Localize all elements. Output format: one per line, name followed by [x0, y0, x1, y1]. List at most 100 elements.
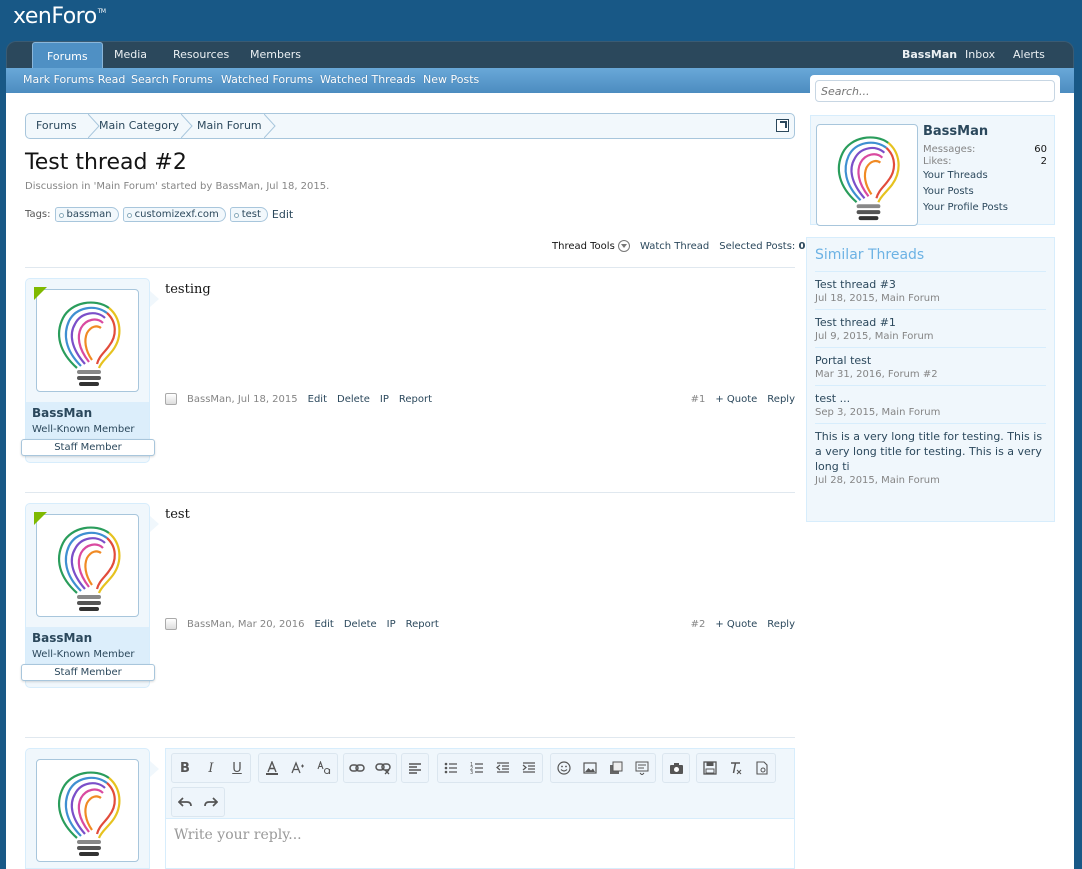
tab-media[interactable]: Media [100, 42, 161, 70]
post-username[interactable]: BassMan [32, 631, 92, 645]
similar-thread-link[interactable]: Test thread #1 [815, 315, 1046, 330]
select-post-checkbox[interactable] [165, 618, 177, 630]
numbered-list-icon[interactable]: 123 [464, 754, 490, 782]
bullet-list-icon[interactable] [438, 754, 464, 782]
code-icon[interactable] [629, 754, 655, 782]
bold-button[interactable]: B [172, 754, 198, 782]
selected-posts-link[interactable]: Selected Posts: 0 [719, 241, 805, 252]
reply-button[interactable]: Reply [767, 394, 795, 405]
text-color-icon[interactable] [259, 754, 285, 782]
thread-description: Discussion in 'Main Forum' started by Ba… [25, 181, 330, 192]
watch-thread-link[interactable]: Watch Thread [640, 241, 709, 252]
post-author-date[interactable]: BassMan, Jul 18, 2015 [187, 394, 298, 405]
tag-bassman[interactable]: bassman [54, 207, 119, 222]
subnav-mark-forums-read[interactable]: Mark Forums Read [23, 73, 125, 86]
ip-link[interactable]: IP [380, 394, 389, 405]
indent-icon[interactable] [516, 754, 542, 782]
undo-icon[interactable] [172, 788, 198, 816]
your-profile-posts-link[interactable]: Your Profile Posts [923, 202, 1008, 213]
visitor-avatar[interactable] [816, 124, 918, 226]
post-author-date[interactable]: BassMan, Mar 20, 2016 [187, 619, 304, 630]
similar-thread-link[interactable]: This is a very long title for testing. T… [815, 429, 1046, 474]
username-box: BassMan Well-Known Member [26, 402, 149, 440]
xenforo-logo[interactable]: xenForoTM [13, 4, 106, 29]
jump-menu-icon[interactable] [776, 119, 789, 132]
alerts-tab[interactable]: Alerts [999, 42, 1059, 70]
font-size-icon[interactable] [285, 754, 311, 782]
breadcrumb-main-category[interactable]: Main Category [89, 114, 179, 138]
remove-format-icon[interactable] [723, 754, 749, 782]
avatar[interactable] [36, 514, 139, 617]
unlink-icon[interactable] [370, 754, 396, 782]
breadcrumb-main-forum[interactable]: Main Forum [187, 114, 262, 138]
link-icon[interactable] [344, 754, 370, 782]
similar-thread-link[interactable]: test ... [815, 391, 1046, 406]
post-actions-right: #2 + Quote Reply [691, 619, 795, 630]
save-draft-icon[interactable] [697, 754, 723, 782]
subnav-search-forums[interactable]: Search Forums [131, 73, 213, 86]
toggle-bbcode-icon[interactable] [749, 754, 775, 782]
list-item: This is a very long title for testing. T… [815, 423, 1046, 491]
italic-button[interactable]: I [198, 754, 224, 782]
reply-button[interactable]: Reply [767, 619, 795, 630]
arrow-pointer [150, 761, 159, 777]
media-icon[interactable] [603, 754, 629, 782]
edit-post-link[interactable]: Edit [314, 619, 333, 630]
post-2: BassMan Well-Known Member Staff Member t… [21, 503, 795, 703]
your-posts-link[interactable]: Your Posts [923, 186, 974, 197]
similar-thread-link[interactable]: Test thread #3 [815, 277, 1046, 292]
post-username[interactable]: BassMan [32, 406, 92, 420]
toolbar-group-format: B I U [171, 753, 251, 783]
lightbulb-avatar-icon [58, 301, 121, 386]
quick-reply-user-block [25, 748, 159, 869]
quote-button[interactable]: + Quote [715, 394, 757, 405]
list-item: test ... Sep 3, 2015, Main Forum [815, 385, 1046, 423]
tag-test[interactable]: test [229, 207, 268, 222]
edit-post-link[interactable]: Edit [308, 394, 327, 405]
post-user-block: BassMan Well-Known Member Staff Member [21, 503, 159, 688]
subnav-watched-forums[interactable]: Watched Forums [221, 73, 313, 86]
avatar[interactable] [36, 759, 139, 862]
delete-post-link[interactable]: Delete [344, 619, 377, 630]
divider [25, 492, 795, 493]
tag-customizexf[interactable]: customizexf.com [122, 207, 226, 222]
your-threads-link[interactable]: Your Threads [923, 170, 988, 181]
outdent-icon[interactable] [490, 754, 516, 782]
thread-tools-button[interactable]: Thread Tools [552, 240, 630, 252]
select-post-checkbox[interactable] [165, 393, 177, 405]
similar-thread-link[interactable]: Portal test [815, 353, 1046, 368]
toolbar-group-insert [550, 753, 656, 783]
arrow-pointer [150, 516, 159, 532]
report-link[interactable]: Report [406, 619, 439, 630]
tab-members[interactable]: Members [236, 42, 315, 70]
quote-button[interactable]: + Quote [715, 619, 757, 630]
post-number[interactable]: #2 [691, 619, 706, 630]
ip-link[interactable]: IP [387, 619, 396, 630]
image-icon[interactable] [577, 754, 603, 782]
smilie-icon[interactable] [551, 754, 577, 782]
underline-button[interactable]: U [224, 754, 250, 782]
chevron-down-icon [617, 240, 630, 252]
breadcrumb-forums[interactable]: Forums [26, 114, 77, 138]
toolbar-group-align [401, 753, 429, 783]
search-input[interactable] [815, 80, 1055, 102]
post-number[interactable]: #1 [691, 394, 706, 405]
list-item: Test thread #3 Jul 18, 2015, Main Forum [815, 271, 1046, 309]
redo-icon[interactable] [198, 788, 224, 816]
report-link[interactable]: Report [399, 394, 432, 405]
visitor-username[interactable]: BassMan [923, 124, 988, 139]
toolbar-group-misc [696, 753, 776, 783]
edit-tags-link[interactable]: Edit [272, 208, 293, 221]
reply-textarea[interactable]: Write your reply... [174, 827, 302, 843]
toolbar-group-history [171, 787, 225, 817]
subnav-new-posts[interactable]: New Posts [423, 73, 479, 86]
font-family-icon[interactable] [311, 754, 337, 782]
tab-resources[interactable]: Resources [159, 42, 243, 70]
align-left-icon[interactable] [402, 754, 428, 782]
post-actions-right: #1 + Quote Reply [691, 394, 795, 405]
avatar[interactable] [36, 289, 139, 392]
camera-icon[interactable] [663, 754, 689, 782]
similar-thread-meta: Sep 3, 2015, Main Forum [815, 407, 941, 418]
delete-post-link[interactable]: Delete [337, 394, 370, 405]
subnav-watched-threads[interactable]: Watched Threads [320, 73, 416, 86]
